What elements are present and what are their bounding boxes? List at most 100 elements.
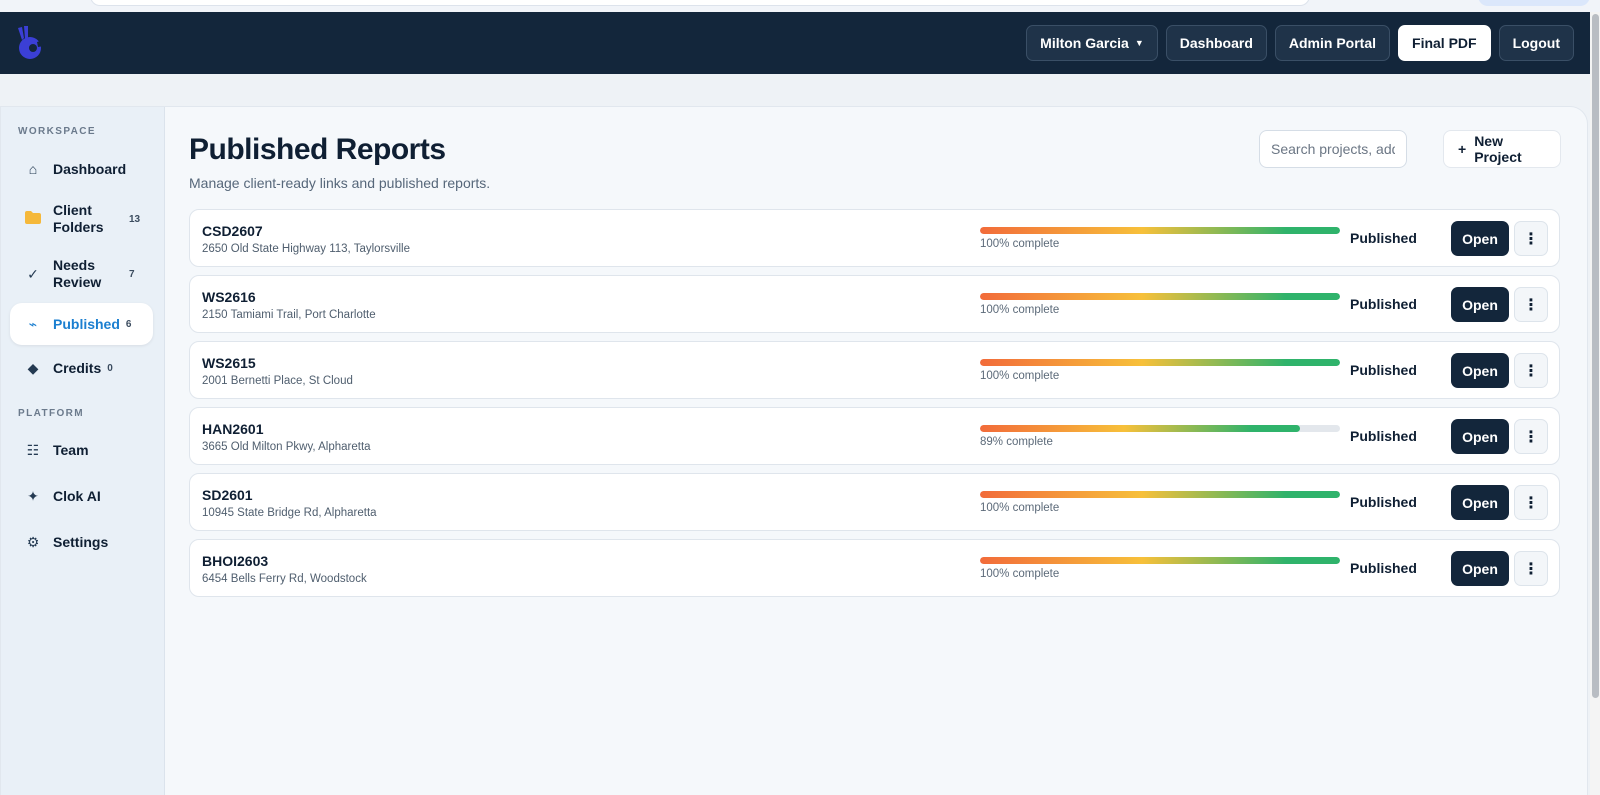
sidebar-item-label: Dashboard [53, 160, 127, 177]
report-row[interactable]: HAN2601 3665 Old Milton Pkwy, Alpharetta 8… [189, 407, 1560, 465]
folder-icon [22, 211, 44, 227]
sidebar-item-dashboard[interactable]: ⌂ Dashboard [10, 151, 153, 187]
logout-button[interactable]: Logout [1498, 25, 1574, 61]
browser-chrome [0, 0, 1600, 12]
more-options-icon[interactable]: ⋮ [1514, 287, 1548, 322]
brand-logo-icon[interactable] [12, 24, 46, 64]
open-button[interactable]: Open [1451, 551, 1509, 586]
progress-text: 100% complete [980, 304, 1060, 316]
more-options-icon[interactable]: ⋮ [1514, 419, 1548, 454]
report-address: 6454 Bells Ferry Rd, Woodstock [202, 573, 367, 585]
open-button[interactable]: Open [1451, 353, 1509, 388]
progress-text: 89% complete [980, 436, 1053, 448]
status-label: Published [1350, 296, 1417, 312]
report-address: 10945 State Bridge Rd, Alpharetta [202, 507, 377, 519]
new-project-button[interactable]: + New Project [1443, 130, 1561, 168]
sparkle-icon: ✦ [27, 487, 39, 504]
report-code: WS2615 [202, 355, 256, 371]
sidebar-item-label: Client Folders [53, 202, 104, 235]
sidebar-item-label: Clok AI [53, 487, 101, 504]
page-title: Published Reports [189, 133, 446, 166]
sidebar-item-published[interactable]: ⌁ Published 6 [10, 303, 153, 345]
report-code: HAN2601 [202, 421, 264, 437]
sidebar-item-needs-review[interactable]: ✓ Needs Review 7 [10, 252, 153, 296]
reports-list: CSD2607 2650 Old State Highway 113, Taylo… [189, 209, 1560, 605]
sidebar-item-credits[interactable]: ◆ Credits 0 [10, 350, 153, 386]
app-shell: WORKSPACE ⌂ Dashboard Client Folders 13 … [0, 106, 1588, 795]
team-icon: ☷ [26, 441, 40, 458]
progress-fill [980, 293, 1340, 300]
open-button[interactable]: Open [1451, 221, 1509, 256]
report-code: SD2601 [202, 487, 253, 503]
count-badge: 6 [125, 318, 132, 330]
progress-text: 100% complete [980, 238, 1060, 250]
progress-bar [980, 557, 1340, 564]
gear-icon: ⚙ [26, 533, 40, 550]
report-address: 3665 Old Milton Pkwy, Alpharetta [202, 441, 371, 453]
report-address: 2650 Old State Highway 113, Taylorsville [202, 243, 410, 255]
user-menu-label: Milton Garcia [1040, 35, 1129, 51]
page-subtitle: Manage client-ready links and published … [189, 175, 491, 191]
plus-icon: + [1458, 141, 1467, 157]
open-button[interactable]: Open [1451, 419, 1509, 454]
report-row[interactable]: CSD2607 2650 Old State Highway 113, Taylo… [189, 209, 1560, 267]
report-code: WS2616 [202, 289, 256, 305]
progress-fill [980, 491, 1340, 498]
sidebar: WORKSPACE ⌂ Dashboard Client Folders 13 … [1, 107, 165, 795]
final-pdf-button[interactable]: Final PDF [1398, 25, 1491, 61]
report-row[interactable]: BHOI2603 6454 Bells Ferry Rd, Woodstock 10… [189, 539, 1560, 597]
sidebar-item-clok-ai[interactable]: ✦ Clok AI [10, 478, 153, 514]
sidebar-item-client-folders[interactable]: Client Folders 13 [10, 197, 153, 241]
report-address: 2150 Tamiami Trail, Port Charlotte [202, 309, 376, 321]
sidebar-item-settings[interactable]: ⚙ Settings [10, 524, 153, 560]
admin-portal-button[interactable]: Admin Portal [1274, 25, 1391, 61]
progress-bar [980, 425, 1340, 432]
progress-text: 100% complete [980, 502, 1060, 514]
open-button[interactable]: Open [1451, 485, 1509, 520]
dashboard-button[interactable]: Dashboard [1165, 25, 1267, 61]
progress-bar [980, 227, 1340, 234]
status-label: Published [1350, 362, 1417, 378]
chevron-down-icon: ▼ [1134, 38, 1144, 48]
address-bar[interactable] [90, 0, 1310, 6]
progress-fill [980, 425, 1301, 432]
report-code: CSD2607 [202, 223, 263, 239]
sidebar-item-team[interactable]: ☷ Team [10, 432, 153, 468]
more-options-icon[interactable]: ⋮ [1514, 551, 1548, 586]
publish-icon: ⌁ [28, 315, 38, 332]
new-project-label: New Project [1474, 133, 1522, 165]
sidebar-item-label: Settings [53, 533, 109, 550]
count-badge: 7 [129, 268, 135, 280]
status-label: Published [1350, 428, 1417, 444]
sidebar-item-label: Published [53, 315, 120, 332]
more-options-icon[interactable]: ⋮ [1514, 353, 1548, 388]
page-scrollbar[interactable] [1590, 12, 1600, 795]
report-row[interactable]: WS2615 2001 Bernetti Place, St Cloud 100% … [189, 341, 1560, 399]
workspace-section-label: WORKSPACE [18, 126, 96, 137]
open-button[interactable]: Open [1451, 287, 1509, 322]
count-badge: 13 [129, 213, 141, 225]
more-options-icon[interactable]: ⋮ [1514, 221, 1548, 256]
sidebar-item-label: Team [53, 441, 89, 458]
progress-text: 100% complete [980, 370, 1060, 382]
sidebar-item-label: Credits [53, 359, 102, 376]
status-label: Published [1350, 230, 1417, 246]
home-icon: ⌂ [28, 161, 38, 177]
progress-fill [980, 227, 1340, 234]
scrollbar-thumb[interactable] [1592, 14, 1599, 698]
top-navbar: Milton Garcia ▼ Dashboard Admin Portal F… [0, 12, 1590, 74]
status-label: Published [1350, 494, 1417, 510]
more-options-icon[interactable]: ⋮ [1514, 485, 1548, 520]
report-address: 2001 Bernetti Place, St Cloud [202, 375, 353, 387]
count-badge: 0 [107, 362, 113, 374]
sidebar-item-label: Needs Review [53, 257, 102, 290]
report-row[interactable]: WS2616 2150 Tamiami Trail, Port Charlotte… [189, 275, 1560, 333]
user-menu-button[interactable]: Milton Garcia ▼ [1026, 25, 1158, 61]
progress-fill [980, 557, 1340, 564]
platform-section-label: PLATFORM [18, 408, 85, 419]
progress-bar [980, 293, 1340, 300]
progress-text: 100% complete [980, 568, 1060, 580]
search-input[interactable] [1259, 130, 1407, 168]
browser-extension-button[interactable] [1478, 0, 1590, 6]
report-row[interactable]: SD2601 10945 State Bridge Rd, Alpharetta 1… [189, 473, 1560, 531]
